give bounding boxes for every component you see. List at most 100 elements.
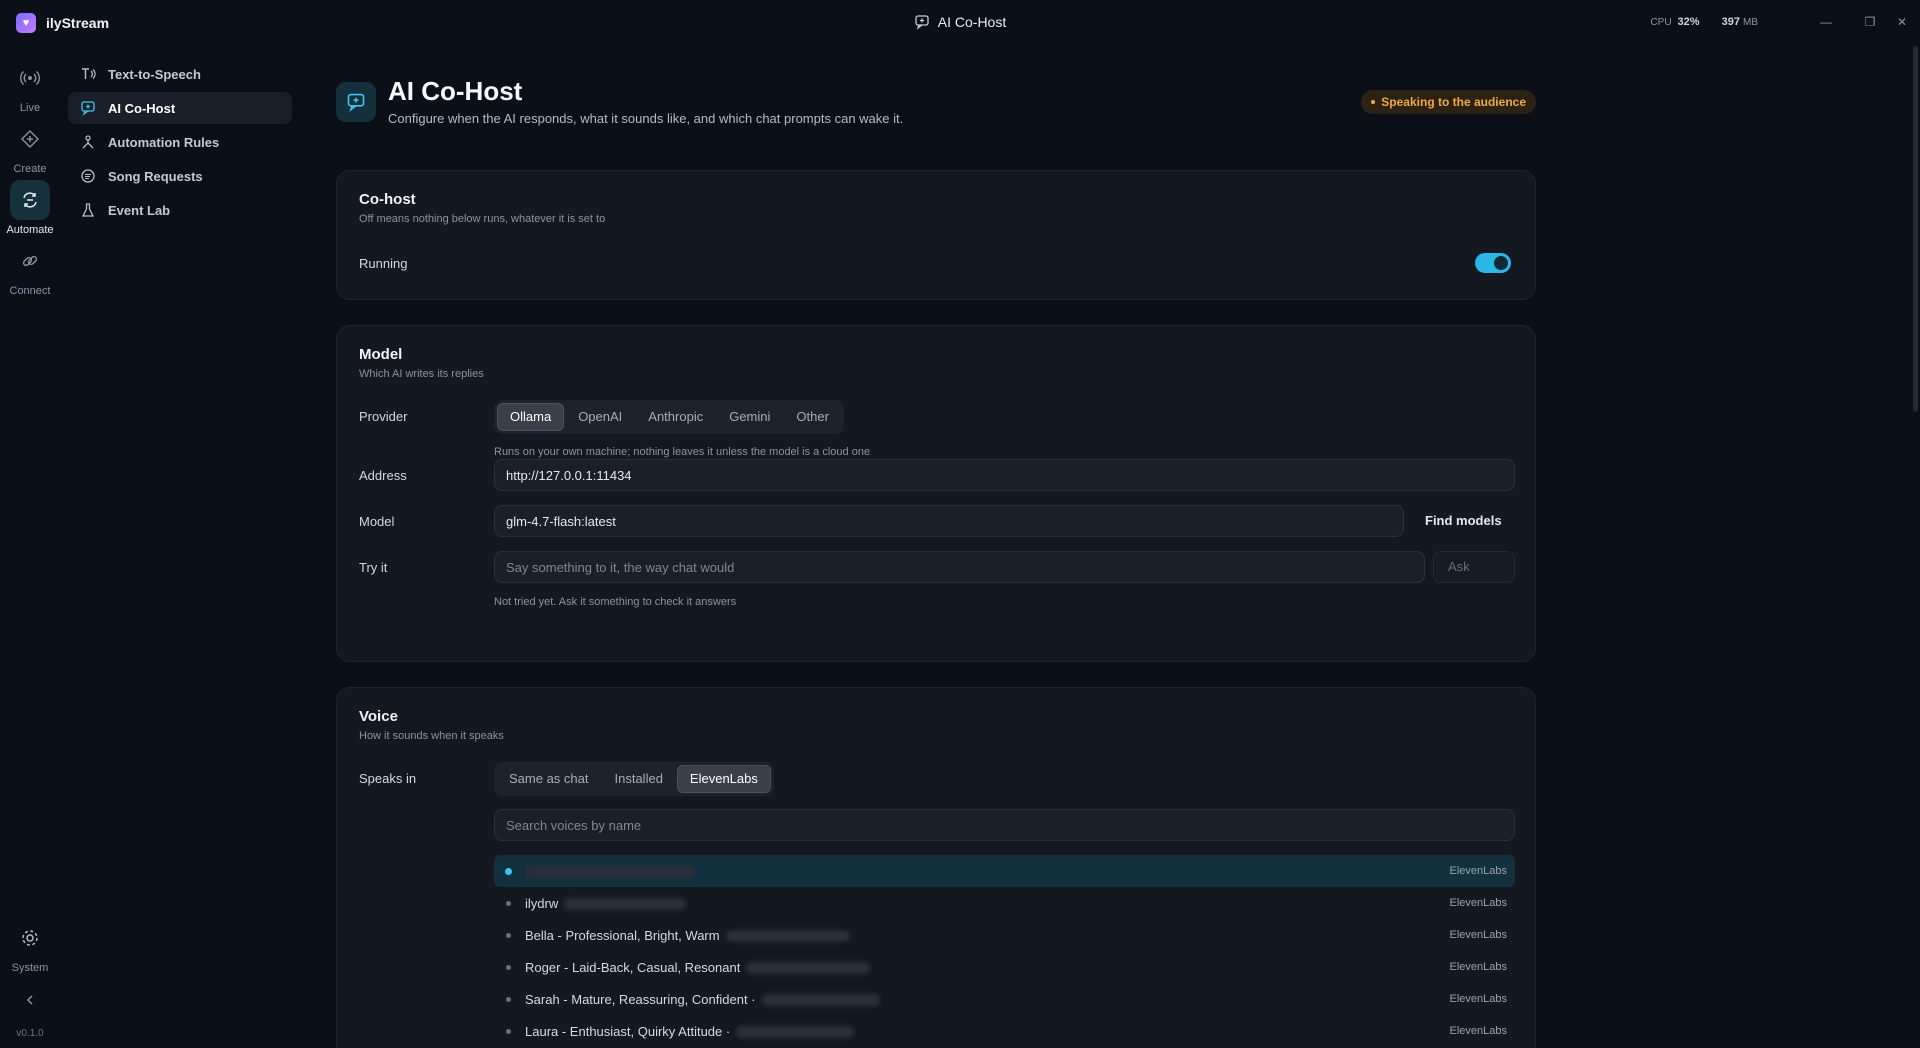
chevron-left-icon	[10, 990, 50, 1010]
redacted-text	[736, 1026, 855, 1039]
voice-dot	[506, 964, 511, 970]
page-title: AI Co-Host	[388, 76, 523, 106]
voice-card: Voice How it sounds when it speaks Speak…	[336, 687, 1536, 1048]
subnav-item-text-to-speech[interactable]: Text-to-Speech	[68, 58, 292, 90]
status-badge: Speaking to the audience	[1361, 90, 1536, 114]
voice-dot	[506, 932, 511, 938]
voice-dot	[506, 900, 511, 906]
voice-name: Roger - Laid-Back, Casual, Resonant	[525, 960, 871, 975]
main-content: AI Co-Host Configure when the AI respond…	[336, 46, 1536, 1048]
provider-option-ollama[interactable]: Ollama	[497, 403, 565, 431]
provider-selector: Ollama OpenAI Anthropic Gemini Other	[494, 400, 844, 434]
minimize-icon[interactable]: —	[1816, 12, 1836, 32]
voice-row[interactable]: ElevenLabs	[494, 855, 1515, 887]
try-it-label: Try it	[359, 560, 388, 575]
voice-source: ElevenLabs	[1449, 865, 1508, 877]
toggle-knob	[1494, 256, 1508, 270]
collapse-rail-button[interactable]	[0, 990, 60, 1014]
status-text: Speaking to the audience	[1381, 95, 1526, 109]
subnav-item-song-requests[interactable]: Song Requests	[68, 160, 292, 192]
broadcast-icon	[10, 58, 50, 98]
selected-dot	[505, 867, 512, 875]
flask-icon	[80, 202, 96, 218]
redacted-text	[564, 898, 687, 911]
subnav-label: Event Lab	[108, 202, 171, 218]
app-version: v0.1.0	[16, 1028, 44, 1039]
model-input[interactable]	[494, 505, 1404, 537]
rail-item-create[interactable]: Create	[0, 119, 60, 175]
voice-name: Laura - Enthusiast, Quirky Attitude ·	[525, 1024, 855, 1039]
running-toggle[interactable]	[1475, 253, 1511, 273]
subnav-label: Song Requests	[108, 168, 203, 184]
try-it-hint: Not tried yet. Ask it something to check…	[494, 596, 737, 608]
rail-item-system[interactable]: System	[0, 918, 60, 974]
subnav-item-ai-co-host[interactable]: AI Co-Host	[68, 92, 292, 124]
redacted-text	[525, 866, 695, 879]
system-stats: CPU 32% 397 MB	[1650, 16, 1764, 28]
voice-option-same-as-chat[interactable]: Same as chat	[497, 765, 601, 793]
main-scrollbar[interactable]	[1913, 46, 1918, 412]
provider-option-anthropic[interactable]: Anthropic	[636, 403, 715, 431]
rail-item-connect[interactable]: Connect	[0, 241, 60, 297]
rail-label-connect: Connect	[9, 285, 51, 297]
automate-subnav: Text-to-Speech AI Co-Host Automation Rul…	[68, 58, 292, 228]
chat-bubble-icon	[915, 15, 929, 30]
voice-dot	[506, 996, 511, 1002]
page-header: AI Co-Host Configure when the AI respond…	[336, 46, 1536, 146]
voice-row[interactable]: Bella - Professional, Bright, Warm Eleve…	[494, 919, 1515, 951]
rail-label-system: System	[11, 962, 49, 974]
voice-source: ElevenLabs	[1449, 961, 1508, 973]
voice-row[interactable]: Sarah - Mature, Reassuring, Confident · …	[494, 983, 1515, 1015]
voice-row[interactable]: Laura - Enthusiast, Quirky Attitude · El…	[494, 1015, 1515, 1047]
gear-icon	[10, 918, 50, 958]
page-subtitle: Configure when the AI responds, what it …	[388, 111, 904, 126]
voice-name: Sarah - Mature, Reassuring, Confident ·	[525, 992, 880, 1007]
subnav-item-automation-rules[interactable]: Automation Rules	[68, 126, 292, 158]
song-icon	[80, 168, 96, 184]
link-icon	[10, 241, 50, 281]
redacted-text	[725, 930, 850, 943]
rail-item-live[interactable]: Live	[0, 58, 60, 114]
voice-search-input[interactable]	[494, 809, 1515, 841]
subnav-item-event-lab[interactable]: Event Lab	[68, 194, 292, 226]
redacted-text	[746, 962, 871, 975]
window-title-text: AI Co-Host	[937, 14, 1007, 30]
voice-option-installed[interactable]: Installed	[603, 765, 675, 793]
model-card: Model Which AI writes its replies Provid…	[336, 325, 1536, 662]
primary-rail: Live Create Automate Connect System	[0, 46, 60, 1048]
voice-source-selector: Same as chat Installed ElevenLabs	[494, 762, 774, 796]
restore-icon[interactable]: ❐	[1860, 12, 1880, 32]
voice-option-elevenlabs[interactable]: ElevenLabs	[676, 765, 771, 793]
app-name: ilyStream	[46, 15, 110, 31]
address-label: Address	[359, 468, 407, 483]
cohost-card: Co-host Off means nothing below runs, wh…	[336, 170, 1536, 300]
voice-row[interactable]: ilydrw ElevenLabs	[494, 887, 1515, 919]
rail-label-live: Live	[19, 102, 41, 114]
rules-icon	[80, 134, 96, 150]
subnav-label: Automation Rules	[108, 134, 220, 150]
voice-source: ElevenLabs	[1449, 897, 1508, 909]
find-models-button[interactable]: Find models	[1425, 513, 1502, 528]
rail-item-automate[interactable]: Automate	[0, 180, 60, 236]
ask-button[interactable]: Ask	[1433, 551, 1515, 583]
provider-option-other[interactable]: Other	[784, 403, 841, 431]
card-title: Voice	[359, 708, 398, 725]
provider-option-gemini[interactable]: Gemini	[717, 403, 782, 431]
try-it-input[interactable]	[494, 551, 1425, 583]
card-title: Co-host	[359, 191, 416, 208]
mem-unit: MB	[1743, 17, 1758, 28]
close-icon[interactable]: ✕	[1884, 12, 1920, 32]
card-title: Model	[359, 346, 403, 363]
app-logo-icon: ♥	[16, 13, 36, 33]
rail-label-create: Create	[13, 163, 47, 175]
automate-icon	[10, 180, 50, 220]
voice-source: ElevenLabs	[1449, 929, 1508, 941]
voice-source: ElevenLabs	[1449, 993, 1508, 1005]
rail-label-automate: Automate	[6, 224, 54, 236]
mem-value: 397	[1721, 16, 1740, 28]
provider-option-openai[interactable]: OpenAI	[566, 403, 634, 431]
provider-label: Provider	[359, 409, 408, 424]
address-input[interactable]	[494, 459, 1515, 491]
voice-list: ElevenLabs ilydrw ElevenLabs Bella - Pro…	[494, 855, 1515, 1047]
voice-row[interactable]: Roger - Laid-Back, Casual, Resonant Elev…	[494, 951, 1515, 983]
